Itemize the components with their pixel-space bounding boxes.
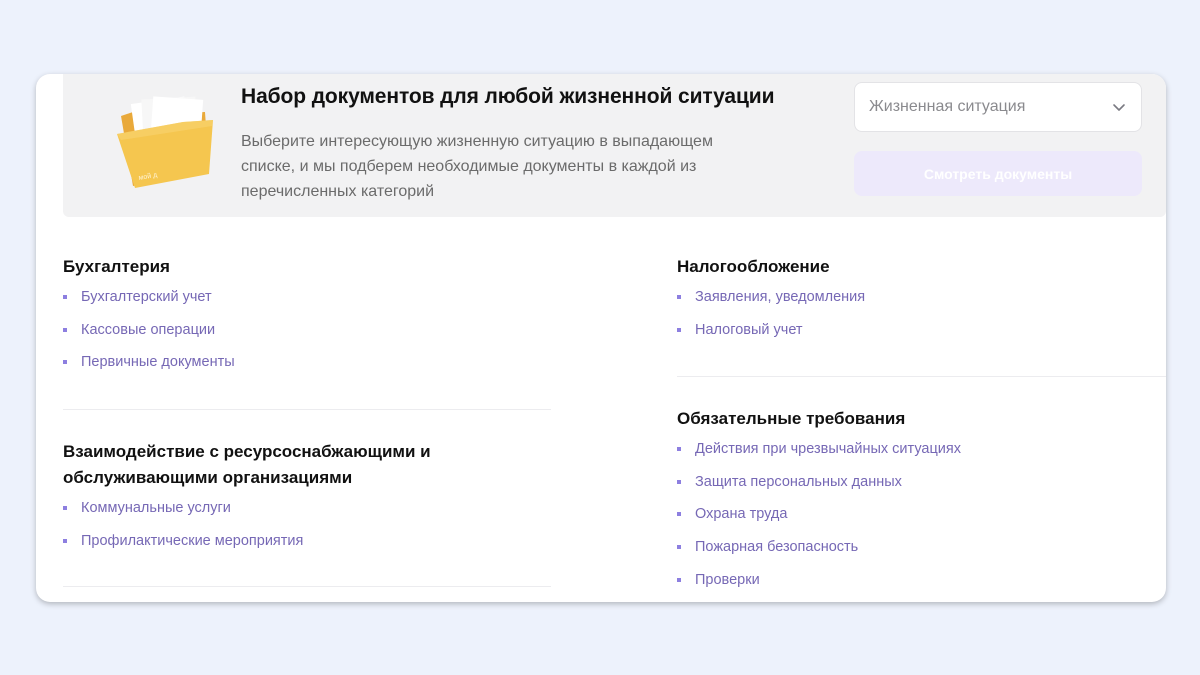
hero-banner: мой д Набор документов для любой жизненн…: [63, 74, 1166, 217]
list-item-link[interactable]: Защита персональных данных: [677, 471, 1157, 504]
hero-description: Выберите интересующую жизненную ситуацию…: [241, 133, 713, 200]
list-item-link[interactable]: Проверки: [677, 569, 1157, 602]
list-item-link[interactable]: Пожарная безопасность: [677, 536, 1157, 569]
view-documents-button[interactable]: Смотреть документы: [854, 151, 1142, 196]
link-list: Действия при чрезвычайных ситуациях Защи…: [677, 438, 1157, 601]
list-item-link[interactable]: Профилактические мероприятия: [63, 530, 493, 563]
list-item-link[interactable]: Налоговый учет: [677, 319, 1157, 352]
divider: [63, 586, 551, 587]
section-title: Взаимодействие с ресурсоснабжающими и об…: [63, 442, 431, 487]
section-taxes: Налогообложение Заявления, уведомления Н…: [677, 254, 1157, 351]
list-item-link[interactable]: Заявления, уведомления: [677, 286, 1157, 319]
list-item-link[interactable]: Первичные документы: [63, 351, 551, 384]
section-title: Бухгалтерия: [63, 257, 170, 276]
section-title: Обязательные требования: [677, 409, 906, 428]
link-list: Коммунальные услуги Профилактические мер…: [63, 497, 493, 562]
divider: [63, 409, 551, 410]
link-list: Заявления, уведомления Налоговый учет: [677, 286, 1157, 351]
divider: [677, 376, 1166, 377]
section-accounting: Бухгалтерия Бухгалтерский учет Кассовые …: [63, 254, 551, 384]
list-item-link[interactable]: Кассовые операции: [63, 319, 551, 352]
list-item-link[interactable]: Охрана труда: [677, 503, 1157, 536]
link-list: Бухгалтерский учет Кассовые операции Пер…: [63, 286, 551, 384]
hero-title: Набор документов для любой жизненной сит…: [241, 85, 775, 108]
section-requirements: Обязательные требования Действия при чре…: [677, 406, 1157, 601]
list-item-link[interactable]: Бухгалтерский учет: [63, 286, 551, 319]
folder-icon: мой д: [117, 96, 213, 188]
documents-card: мой д Набор документов для любой жизненн…: [36, 74, 1166, 602]
select-placeholder: Жизненная ситуация: [869, 98, 1026, 115]
list-item-link[interactable]: Коммунальные услуги: [63, 497, 493, 530]
list-item-link[interactable]: Действия при чрезвычайных ситуациях: [677, 438, 1157, 471]
section-utilities: Взаимодействие с ресурсоснабжающими и об…: [63, 439, 493, 562]
chevron-down-icon: [1113, 104, 1125, 111]
section-title: Налогообложение: [677, 257, 830, 276]
life-situation-select[interactable]: Жизненная ситуация: [854, 82, 1142, 132]
